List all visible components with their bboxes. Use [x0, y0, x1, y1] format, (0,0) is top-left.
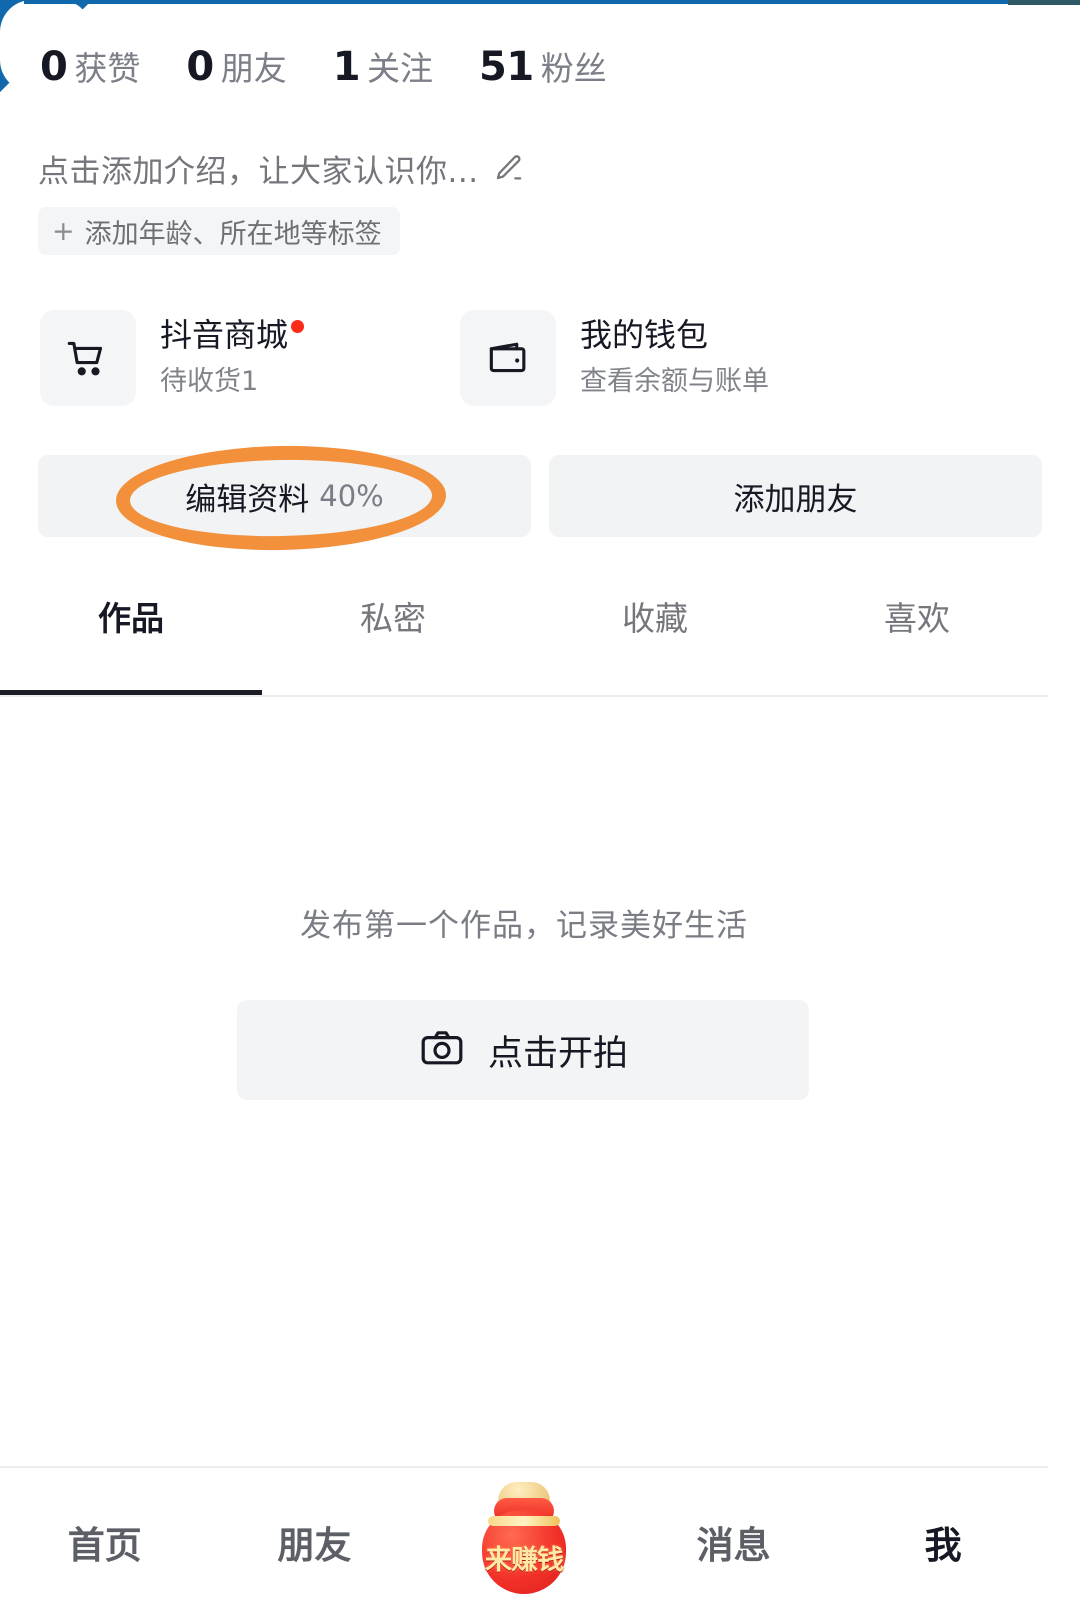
screenshot-frame-corner — [0, 0, 106, 106]
nav-item-earn-money-label: 来赚钱 — [484, 1545, 564, 1576]
camera-icon — [418, 1024, 466, 1076]
pencil-icon — [491, 152, 525, 186]
profile-action-buttons: 编辑资料 40% 添加朋友 — [38, 455, 1042, 537]
stat-friends[interactable]: 0 朋友 — [186, 42, 286, 90]
tab-works[interactable]: 作品 — [0, 592, 262, 662]
plus-icon: + — [52, 215, 75, 247]
nav-item-me[interactable]: 我 — [838, 1468, 1048, 1616]
stat-following-label: 关注 — [367, 49, 434, 88]
start-shooting-button[interactable]: 点击开拍 — [237, 1000, 809, 1100]
entry-card-shop-subtitle: 待收货1 — [160, 366, 259, 398]
screenshot-frame-top-edge — [24, 0, 1014, 4]
entry-card-wallet-texts: 我的钱包 查看余额与账单 — [580, 315, 769, 398]
tab-favorites[interactable]: 收藏 — [524, 592, 786, 662]
entry-card-wallet-title: 我的钱包 — [580, 315, 709, 354]
nav-item-friends-label: 朋友 — [277, 1524, 352, 1567]
stat-following-value: 1 — [332, 44, 361, 90]
stat-followers-label: 粉丝 — [540, 49, 607, 88]
stat-followers[interactable]: 51 粉丝 — [479, 42, 607, 90]
nav-item-home[interactable]: 首页 — [0, 1468, 210, 1616]
edit-profile-button[interactable]: 编辑资料 40% — [38, 455, 531, 537]
screenshot-frame-top-right-edge — [1008, 0, 1080, 5]
add-friend-button[interactable]: 添加朋友 — [549, 455, 1042, 537]
bio-row[interactable]: 点击添加介绍，让大家认识你... — [38, 146, 525, 191]
money-bag-tie — [487, 1516, 560, 1526]
entry-card-wallet-title-row: 我的钱包 — [580, 315, 769, 354]
bio-placeholder-text: 点击添加介绍，让大家认识你... — [38, 154, 479, 190]
entry-cards-row: 抖音商城 待收货1 我的钱包 查看余额与账单 — [40, 310, 1040, 406]
add-tags-chip[interactable]: + 添加年龄、所在地等标签 — [38, 207, 400, 255]
bottom-navigation-bar: 首页 朋友 来赚钱 消息 我 — [0, 1468, 1048, 1616]
edit-profile-label: 编辑资料 — [185, 481, 310, 518]
notification-badge-dot — [291, 319, 305, 333]
start-shooting-label: 点击开拍 — [487, 1033, 628, 1074]
add-tags-label: 添加年龄、所在地等标签 — [84, 218, 382, 250]
entry-card-shop[interactable]: 抖音商城 待收货1 — [40, 310, 420, 406]
tab-works-label: 作品 — [98, 599, 164, 638]
nav-item-me-label: 我 — [924, 1524, 962, 1567]
tabs-divider — [0, 695, 1048, 697]
entry-card-shop-texts: 抖音商城 待收货1 — [160, 315, 305, 398]
money-bag-icon: 来赚钱 — [472, 1480, 576, 1598]
tab-liked[interactable]: 喜欢 — [786, 592, 1048, 662]
add-friend-label: 添加朋友 — [733, 481, 858, 518]
empty-state-message: 发布第一个作品，记录美好生活 — [300, 908, 748, 944]
nav-item-messages-label: 消息 — [696, 1524, 771, 1567]
shopping-cart-icon — [40, 310, 136, 406]
profile-stats-row: 0 获赞 0 朋友 1 关注 51 粉丝 — [40, 42, 607, 90]
stat-friends-label: 朋友 — [220, 49, 287, 88]
tab-favorites-label: 收藏 — [622, 599, 688, 638]
tab-private-label: 私密 — [360, 599, 426, 638]
stat-friends-value: 0 — [186, 44, 214, 90]
entry-card-wallet[interactable]: 我的钱包 查看余额与账单 — [460, 310, 840, 406]
entry-card-shop-title: 抖音商城 — [160, 315, 289, 354]
wallet-icon — [460, 310, 556, 406]
content-tabs: 作品 私密 收藏 喜欢 — [0, 592, 1048, 662]
stat-following[interactable]: 1 关注 — [333, 42, 433, 90]
stat-followers-value: 51 — [479, 44, 534, 90]
nav-item-earn-money[interactable]: 来赚钱 — [419, 1468, 629, 1616]
edit-profile-percent: 40% — [319, 479, 384, 513]
nav-item-messages[interactable]: 消息 — [629, 1468, 839, 1616]
entry-card-shop-title-row: 抖音商城 — [160, 315, 305, 354]
entry-card-wallet-subtitle: 查看余额与账单 — [580, 366, 769, 398]
profile-screen: 0 获赞 0 朋友 1 关注 51 粉丝 点击添加介绍，让大家认识你... + … — [0, 0, 1080, 1616]
tab-private[interactable]: 私密 — [262, 592, 524, 662]
nav-item-home-label: 首页 — [67, 1524, 142, 1567]
nav-item-friends[interactable]: 朋友 — [210, 1468, 420, 1616]
tab-liked-label: 喜欢 — [884, 599, 950, 638]
